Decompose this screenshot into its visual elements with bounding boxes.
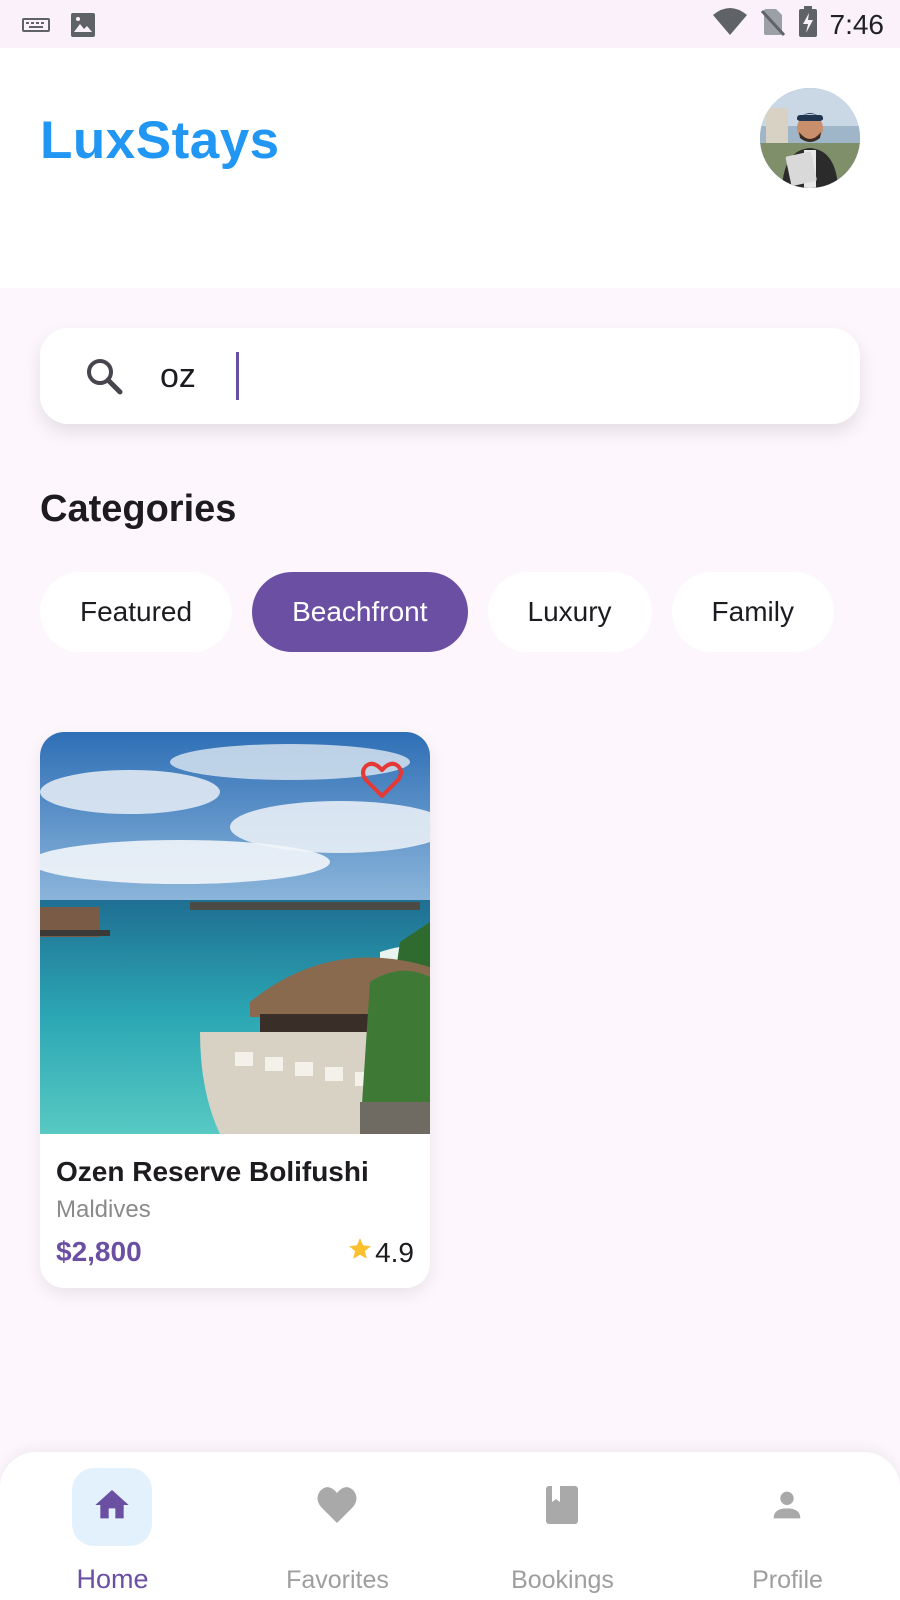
search-bar[interactable] — [40, 328, 860, 424]
battery-charging-icon — [798, 6, 818, 43]
listing-card[interactable]: Ozen Reserve Bolifushi Maldives $2,800 4… — [40, 732, 430, 1288]
listing-price: $2,800 — [56, 1236, 142, 1267]
nav-label-bookings: Bookings — [511, 1566, 614, 1594]
listing-location: Maldives — [56, 1196, 151, 1223]
categories-title: Categories — [40, 488, 237, 530]
chip-luxury[interactable]: Luxury — [487, 572, 652, 652]
chip-featured[interactable]: Featured — [40, 572, 233, 652]
listing-rating: 4.9 — [347, 1236, 414, 1269]
nav-item-profile[interactable]: Profile — [675, 1452, 900, 1600]
nav-item-bookings[interactable]: Bookings — [450, 1452, 675, 1600]
nav-pill — [747, 1468, 827, 1546]
listing-name: Ozen Reserve Bolifushi — [56, 1156, 369, 1187]
favorite-heart-icon[interactable] — [360, 760, 404, 800]
search-input[interactable] — [160, 346, 820, 406]
app-title: LuxStays — [40, 111, 280, 170]
search-icon[interactable] — [84, 356, 124, 396]
nav-label-home: Home — [76, 1564, 149, 1594]
wifi-icon — [712, 7, 748, 42]
category-chips: Featured Beachfront Luxury Family — [40, 572, 834, 652]
bottom-navigation: Home Favorites Bookings Profile — [0, 1452, 900, 1600]
nav-pill — [522, 1468, 602, 1546]
app-header: LuxStays — [0, 48, 900, 288]
listing-image[interactable] — [40, 732, 430, 1134]
nav-pill — [297, 1468, 377, 1546]
nav-pill — [72, 1468, 152, 1546]
nav-label-profile: Profile — [752, 1566, 823, 1594]
rating-value: 4.9 — [375, 1236, 414, 1268]
chip-family[interactable]: Family — [671, 572, 834, 652]
status-bar: 7:46 — [0, 0, 900, 48]
no-sim-icon — [760, 7, 786, 42]
home-icon — [92, 1485, 132, 1530]
person-icon — [767, 1485, 807, 1530]
book-icon — [544, 1484, 580, 1531]
nav-label-favorites: Favorites — [286, 1566, 389, 1594]
text-cursor — [236, 352, 239, 400]
image-icon — [70, 12, 96, 43]
avatar[interactable] — [760, 88, 860, 188]
nav-item-home[interactable]: Home — [0, 1452, 225, 1600]
nav-item-favorites[interactable]: Favorites — [225, 1452, 450, 1600]
heart-icon — [315, 1485, 359, 1530]
chip-beachfront[interactable]: Beachfront — [252, 572, 468, 652]
star-icon — [347, 1236, 373, 1269]
status-time: 7:46 — [829, 8, 885, 40]
keyboard-icon — [22, 16, 50, 39]
